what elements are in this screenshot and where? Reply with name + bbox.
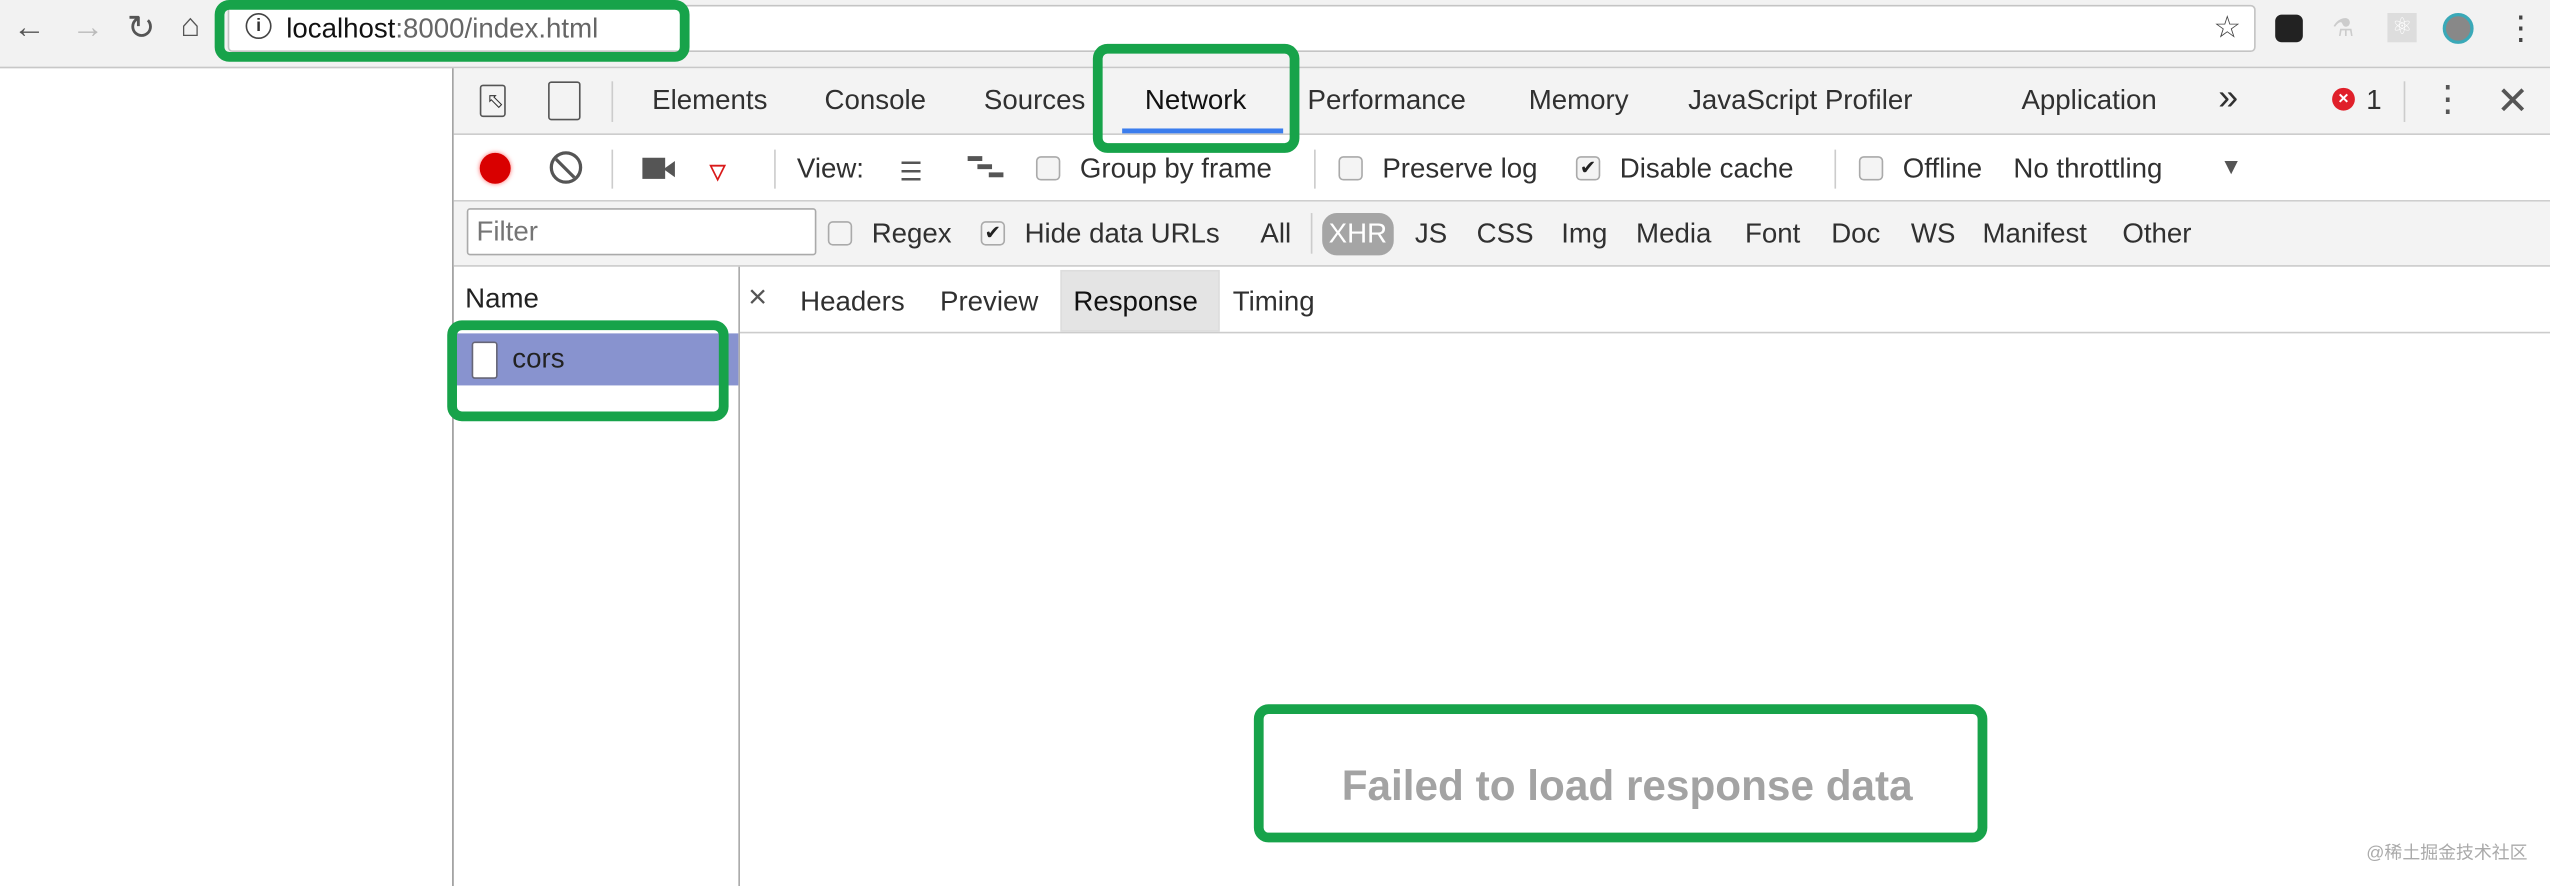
highlight-request-row <box>447 320 729 422</box>
error-count[interactable]: 1 <box>2366 85 2381 118</box>
group-by-frame-label[interactable]: Group by frame <box>1080 153 1272 186</box>
type-filter-all[interactable]: All <box>1260 218 1291 251</box>
large-rows-icon[interactable]: ☰ <box>899 156 922 189</box>
disable-cache-checkbox[interactable]: ✔ <box>1575 156 1601 181</box>
record-button[interactable] <box>479 152 511 184</box>
type-filter-img[interactable]: Img <box>1561 218 1607 251</box>
extension-icon[interactable] <box>2442 13 2474 44</box>
offline-checkbox[interactable] <box>1858 156 1884 181</box>
divider <box>2403 81 2406 122</box>
request-list-divider <box>738 266 740 886</box>
extension-icon[interactable]: ⚗ <box>2332 13 2354 43</box>
detail-tabbar-border <box>739 331 2550 334</box>
type-filter-doc[interactable]: Doc <box>1831 218 1880 251</box>
device-toolbar-icon[interactable] <box>548 81 581 121</box>
throttling-select[interactable]: No throttling <box>2013 153 2162 186</box>
filter-input[interactable] <box>466 208 817 256</box>
divider <box>1310 213 1313 254</box>
detail-tab-timing[interactable]: Timing <box>1233 286 1315 319</box>
detail-tab-headers[interactable]: Headers <box>800 286 905 319</box>
error-icon[interactable]: × <box>2332 87 2355 111</box>
close-detail-icon[interactable]: × <box>748 281 767 314</box>
type-filter-font[interactable]: Font <box>1745 218 1800 251</box>
close-devtools-icon[interactable]: ✕ <box>2496 78 2529 125</box>
clear-icon[interactable] <box>549 151 583 184</box>
highlight-network-tab <box>1092 43 1300 153</box>
divider <box>774 149 776 189</box>
chevron-down-icon[interactable]: ▼ <box>2220 153 2243 179</box>
type-filter-ws[interactable]: WS <box>1911 218 1956 251</box>
type-filter-media[interactable]: Media <box>1636 218 1711 251</box>
detail-tab-preview[interactable]: Preview <box>940 286 1038 319</box>
group-by-frame-checkbox[interactable] <box>1035 156 1061 181</box>
offline-label[interactable]: Offline <box>1903 153 1982 186</box>
type-filter-other[interactable]: Other <box>2122 218 2191 251</box>
hide-data-urls-label[interactable]: Hide data URLs <box>1025 218 1220 251</box>
home-icon[interactable]: ⌂ <box>181 8 201 45</box>
divider <box>1314 149 1316 189</box>
forward-icon[interactable]: → <box>72 10 105 47</box>
type-filter-js[interactable]: JS <box>1415 218 1447 251</box>
screenshot-camera-icon[interactable] <box>642 157 666 179</box>
extension-icon[interactable] <box>2275 14 2303 43</box>
regex-checkbox[interactable] <box>827 221 853 246</box>
react-extension-icon[interactable]: ⚛ <box>2387 13 2417 43</box>
divider <box>611 81 614 122</box>
type-filter-css[interactable]: CSS <box>1477 218 1534 251</box>
type-filter-manifest[interactable]: Manifest <box>1982 218 2086 251</box>
star-icon[interactable]: ☆ <box>2213 10 2241 47</box>
tab-application[interactable]: Application <box>2021 85 2156 118</box>
hide-data-urls-checkbox[interactable]: ✔ <box>980 221 1006 246</box>
disable-cache-label[interactable]: Disable cache <box>1620 153 1794 186</box>
highlight-url <box>214 0 690 62</box>
tab-elements[interactable]: Elements <box>652 85 767 118</box>
type-filter-xhr[interactable]: XHR <box>1322 213 1394 256</box>
preserve-log-label[interactable]: Preserve log <box>1382 153 1537 186</box>
preserve-log-checkbox[interactable] <box>1338 156 1363 181</box>
inspect-element-icon[interactable]: ⬁ <box>479 84 506 118</box>
tab-sources[interactable]: Sources <box>984 85 1085 118</box>
highlight-error-message <box>1253 704 1988 843</box>
divider <box>611 149 614 189</box>
view-label: View: <box>796 152 864 184</box>
filter-icon[interactable]: ▿ <box>709 151 726 192</box>
waterfall-icon[interactable] <box>967 156 1007 179</box>
detail-tab-response[interactable]: Response <box>1073 286 1198 319</box>
back-icon[interactable]: ← <box>13 10 46 47</box>
watermark: @稀土掘金技术社区 <box>2366 844 2528 864</box>
regex-label[interactable]: Regex <box>872 218 952 251</box>
tab-console[interactable]: Console <box>825 85 926 118</box>
divider <box>1834 149 1837 189</box>
name-column-header[interactable]: Name <box>465 283 539 316</box>
devtools-menu-icon[interactable]: ⋮ <box>2430 78 2466 120</box>
tab-memory[interactable]: Memory <box>1529 85 1629 118</box>
tab-performance[interactable]: Performance <box>1308 85 1466 118</box>
camera-lens-icon <box>663 161 675 178</box>
more-tabs-button[interactable]: » <box>2218 79 2238 115</box>
tab-javascript-profiler[interactable]: JavaScript Profiler <box>1688 85 1912 118</box>
menu-icon[interactable]: ⋮ <box>2505 8 2538 49</box>
reload-icon[interactable]: ↻ <box>127 8 156 49</box>
